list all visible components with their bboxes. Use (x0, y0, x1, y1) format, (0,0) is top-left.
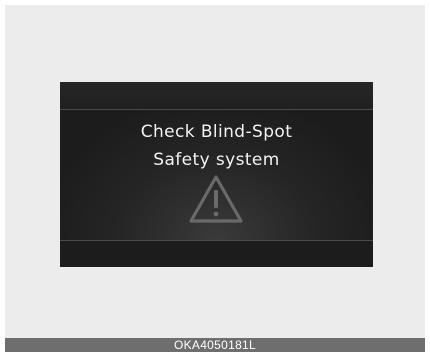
display-bottom-band (60, 241, 373, 267)
cluster-display: Check Blind-Spot Safety system (60, 82, 373, 267)
warning-message-line1: Check Blind-Spot (140, 122, 293, 142)
display-top-band (60, 82, 373, 109)
figure-code-label: OKA4050181L (5, 338, 425, 352)
warning-message-line2: Safety system (153, 150, 280, 170)
illustration-frame: Check Blind-Spot Safety system (5, 5, 425, 338)
warning-triangle-icon (189, 175, 243, 223)
